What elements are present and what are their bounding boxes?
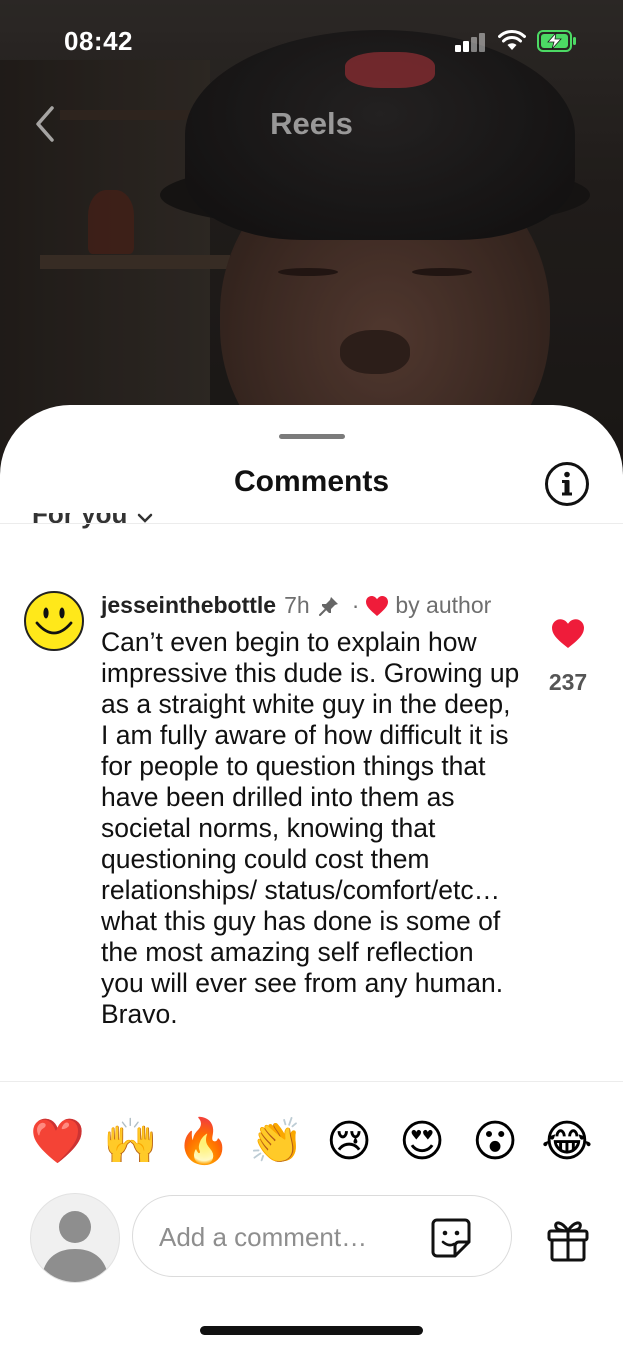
comments-title: Comments [233, 465, 390, 498]
person-icon [41, 1211, 109, 1282]
emoji-laughing-button[interactable]: 😂 [540, 1115, 594, 1169]
comment-input[interactable] [157, 1196, 411, 1278]
chevron-down-icon [138, 513, 153, 523]
comment-box [132, 1195, 512, 1278]
sheet-grabber[interactable] [279, 434, 345, 439]
reels-title: Reels [270, 106, 353, 141]
emoji-raising-hands-button[interactable]: 🙌 [103, 1115, 158, 1169]
emoji-clapping-button[interactable]: 👏 [249, 1115, 304, 1169]
wifi-icon [498, 29, 526, 50]
comment-meta: jesseinthebottle 7h · by author [101, 592, 491, 619]
emoji-fire-button[interactable]: 🔥 [176, 1115, 231, 1169]
pin-icon [318, 596, 338, 616]
comment-filter-label: For you [32, 513, 128, 529]
info-icon[interactable] [544, 461, 590, 507]
emoji-crying-button[interactable]: 😢 [322, 1115, 376, 1169]
emoji-heart-button[interactable]: ❤️ [30, 1115, 85, 1169]
emoji-surprised-button[interactable]: 😮 [468, 1115, 522, 1169]
comment-age: 7h [284, 592, 310, 618]
quick-reaction-row: ❤️ 🙌 🔥 👏 😢 😍 😮 😂 [0, 1115, 623, 1169]
comment-filter-dropdown[interactable]: For you [32, 513, 192, 537]
status-time: 08:42 [64, 26, 133, 56]
emoji-heart-eyes-button[interactable]: 😍 [395, 1115, 449, 1169]
header-divider [0, 523, 623, 524]
sticker-icon[interactable] [429, 1216, 473, 1260]
liked-by-author-label: by author [395, 592, 492, 618]
commenter-avatar[interactable] [24, 591, 84, 651]
heart-icon [366, 595, 389, 616]
gift-icon[interactable] [545, 1217, 591, 1263]
reactions-divider [0, 1081, 623, 1082]
home-indicator [200, 1326, 423, 1335]
current-user-avatar[interactable] [30, 1193, 120, 1283]
battery-charging-icon [537, 30, 576, 52]
like-count: 237 [548, 669, 588, 695]
comment-username[interactable]: jesseinthebottle [101, 592, 276, 619]
cellular-signal-icon [455, 32, 489, 52]
comment-text: Can’t even begin to explain how impressi… [101, 627, 520, 1029]
status-bar: 08:42 [0, 0, 623, 84]
like-heart-icon[interactable] [551, 618, 585, 650]
comments-sheet: Comments For you jesseinthebottle 7h · b… [0, 405, 623, 1350]
meta-separator: · [351, 592, 360, 618]
